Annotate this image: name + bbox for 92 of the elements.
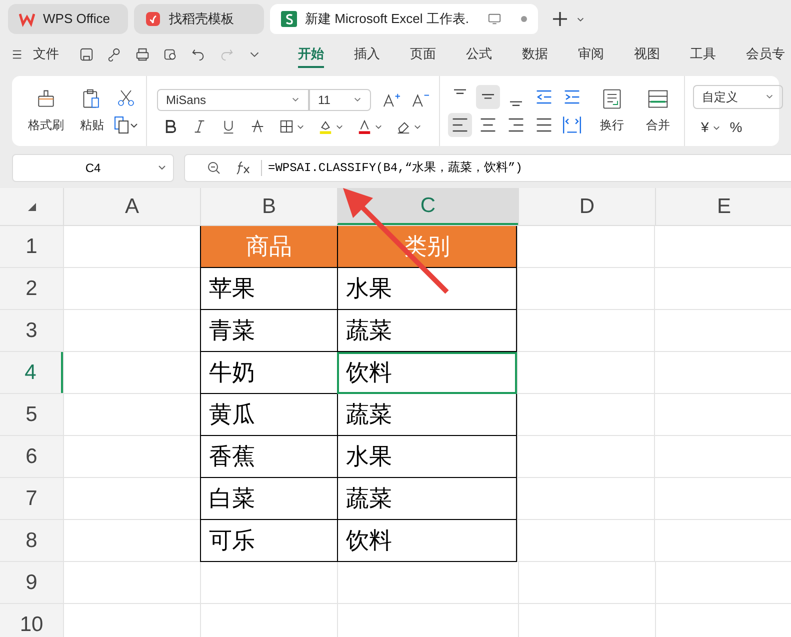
print-preview-icon[interactable]: [163, 46, 178, 62]
menu-tab[interactable]: 会员专: [731, 38, 791, 70]
tab[interactable]: WPS Office: [8, 4, 128, 34]
number-format-field[interactable]: 自定义: [693, 84, 783, 108]
caret-icon[interactable]: [297, 122, 304, 130]
table-cell[interactable]: 香蕉: [200, 436, 337, 478]
shrink-font-icon[interactable]: [412, 92, 429, 108]
caret-icon: [712, 124, 720, 130]
menu-tab[interactable]: 页面: [395, 38, 451, 70]
menu-tab[interactable]: 视图: [619, 38, 675, 70]
caret-icon[interactable]: [414, 122, 421, 130]
row-header[interactable]: 2: [0, 268, 63, 309]
tab[interactable]: 找稻壳模板: [134, 4, 264, 34]
function-icon[interactable]: [235, 161, 251, 175]
row-header[interactable]: 3: [0, 310, 63, 351]
caret-icon: [291, 95, 300, 104]
column-header[interactable]: A: [63, 188, 200, 225]
wrap-button[interactable]: 换行: [594, 88, 630, 134]
italic-icon[interactable]: [192, 118, 207, 134]
font-size-field[interactable]: 11: [309, 88, 371, 110]
font-color-icon[interactable]: [357, 118, 372, 134]
align-button[interactable]: [448, 113, 472, 137]
underline-icon[interactable]: [221, 118, 236, 134]
fill-color-icon[interactable]: [318, 118, 333, 134]
wrap-icon: [601, 88, 623, 110]
caret-icon[interactable]: [375, 122, 382, 130]
copy-icon[interactable]: [114, 116, 138, 134]
scissors-icon[interactable]: [116, 88, 136, 108]
table-cell[interactable]: 可乐: [200, 520, 337, 562]
bold-icon[interactable]: [163, 118, 178, 134]
currency-button[interactable]: ¥: [701, 116, 720, 138]
column-header[interactable]: C: [337, 188, 518, 225]
menu-tab[interactable]: 审阅: [563, 38, 619, 70]
strikethrough-icon[interactable]: [250, 118, 265, 134]
table-cell[interactable]: 白菜: [200, 478, 337, 520]
undo-icon[interactable]: [191, 46, 206, 62]
zoom-out-icon[interactable]: [207, 161, 221, 175]
row-header[interactable]: 4: [0, 352, 63, 393]
caret-icon[interactable]: [336, 122, 343, 130]
menu-tab[interactable]: 文件: [33, 38, 59, 70]
menu-tab[interactable]: 插入: [339, 38, 395, 70]
row-header[interactable]: 9: [0, 562, 63, 603]
table-cell[interactable]: 青菜: [200, 310, 337, 352]
table-cell[interactable]: 蔬菜: [337, 310, 517, 352]
column-header[interactable]: E: [655, 188, 791, 225]
link-icon[interactable]: [107, 46, 122, 62]
table-cell[interactable]: 牛奶: [200, 352, 337, 394]
percent-button[interactable]: %: [730, 116, 742, 138]
row-header[interactable]: 10: [0, 604, 63, 637]
column-header[interactable]: D: [518, 188, 655, 225]
row-header[interactable]: 7: [0, 478, 63, 519]
table-cell[interactable]: 饮料: [337, 352, 517, 394]
table-cell[interactable]: 饮料: [337, 520, 517, 562]
dot-icon: [521, 16, 527, 22]
merge-button[interactable]: 合并: [640, 88, 676, 134]
table-cell[interactable]: 蔬菜: [337, 394, 517, 436]
table-cell[interactable]: 水果: [337, 436, 517, 478]
caret-icon: [765, 92, 774, 101]
merge-icon: [647, 88, 669, 110]
menu-tab[interactable]: 开始: [283, 38, 339, 70]
formula-text[interactable]: =WPSAI.CLASSIFY(B4,“水果，蔬菜，饮料”): [268, 159, 522, 177]
print-icon[interactable]: [135, 46, 150, 62]
menu-tab[interactable]: 数据: [507, 38, 563, 70]
row-header[interactable]: 5: [0, 394, 63, 435]
row-header[interactable]: 6: [0, 436, 63, 477]
grow-font-icon[interactable]: [383, 92, 400, 108]
plus-icon[interactable]: [552, 11, 568, 27]
menu-tab[interactable]: 公式: [451, 38, 507, 70]
monitor-icon[interactable]: [488, 13, 501, 25]
cell-reference: C4: [85, 160, 101, 177]
save-icon[interactable]: [79, 46, 94, 62]
format-painter-button[interactable]: 格式刷: [22, 88, 70, 134]
table-cell[interactable]: 苹果: [200, 268, 337, 310]
table-cell[interactable]: 黄瓜: [200, 394, 337, 436]
table-cell[interactable]: 蔬菜: [337, 478, 517, 520]
name-box[interactable]: C4: [12, 154, 174, 182]
w-icon: [19, 11, 35, 27]
s-icon: [281, 11, 297, 27]
paste-button[interactable]: 粘贴: [74, 88, 110, 134]
menu-icon[interactable]: [12, 48, 23, 60]
row-header[interactable]: 1: [0, 226, 63, 267]
caret-icon: [353, 95, 362, 104]
font-name-field[interactable]: MiSans: [157, 88, 309, 110]
tab[interactable]: 新建 Microsoft Excel 工作表.: [270, 4, 538, 34]
format-painter-icon: [35, 88, 57, 110]
select-all-icon[interactable]: [27, 202, 37, 212]
caret-icon[interactable]: [576, 15, 585, 24]
table-cell[interactable]: 水果: [337, 268, 517, 310]
menu-tab[interactable]: 工具: [675, 38, 731, 70]
row-header[interactable]: 8: [0, 520, 63, 561]
align-button[interactable]: [476, 85, 500, 109]
borders-icon[interactable]: [279, 118, 294, 134]
